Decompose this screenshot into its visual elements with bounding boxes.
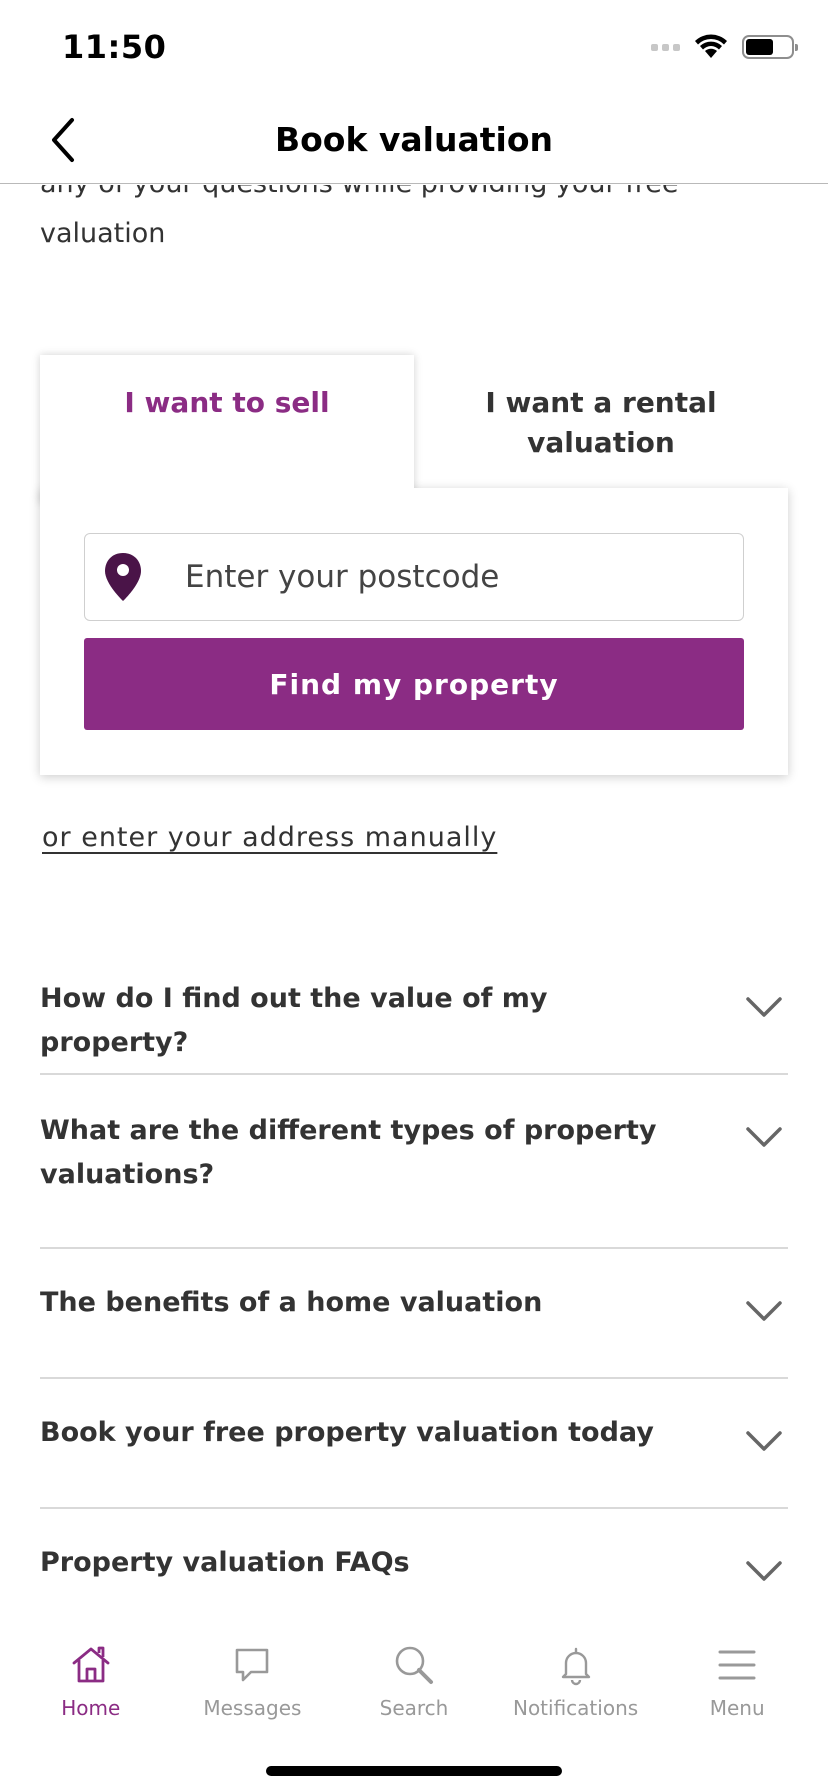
- enter-address-manually-link[interactable]: or enter your address manually: [42, 822, 497, 853]
- faq-label: Property valuation FAQs: [40, 1547, 410, 1578]
- status-time: 11:50: [62, 28, 167, 66]
- faq-item-book-free-valuation[interactable]: Book your free property valuation today: [40, 1379, 788, 1509]
- faq-item-benefits[interactable]: The benefits of a home valuation: [40, 1249, 788, 1379]
- bottom-tab-bar: Home Messages Search Notifications Menu: [0, 1626, 828, 1792]
- tab-bar-label: Messages: [203, 1696, 302, 1720]
- home-icon: [72, 1646, 110, 1683]
- home-indicator[interactable]: [266, 1766, 562, 1776]
- chevron-down-icon: [746, 1561, 782, 1581]
- search-icon: [395, 1646, 433, 1684]
- tab-bar-notifications[interactable]: Notifications: [501, 1644, 651, 1720]
- tab-bar-menu[interactable]: Menu: [662, 1644, 812, 1720]
- map-pin-icon: [105, 553, 141, 601]
- signal-icon: [651, 43, 680, 51]
- tab-bar-label: Home: [61, 1696, 121, 1720]
- intro-text: any of your questions while providing yo…: [40, 185, 678, 249]
- tab-bar-messages[interactable]: Messages: [177, 1644, 327, 1720]
- chevron-down-icon: [746, 1301, 782, 1321]
- postcode-input[interactable]: [185, 559, 705, 595]
- bell-icon: [561, 1647, 590, 1686]
- postcode-field[interactable]: [84, 533, 744, 621]
- faq-label: The benefits of a home valuation: [40, 1287, 543, 1318]
- faq-label: How do I find out the value of my proper…: [40, 983, 548, 1058]
- tab-bar-label: Menu: [709, 1696, 765, 1720]
- tab-bar-search[interactable]: Search: [339, 1644, 489, 1720]
- wifi-icon: [695, 34, 727, 58]
- tab-connector: [40, 475, 414, 505]
- faq-item-valuation-types[interactable]: What are the different types of property…: [40, 1075, 788, 1249]
- scroll-content[interactable]: any of your questions while providing yo…: [0, 185, 828, 1625]
- page-title: Book valuation: [274, 120, 554, 159]
- find-my-property-button[interactable]: Find my property: [84, 638, 744, 730]
- chevron-down-icon: [746, 1431, 782, 1451]
- tab-rental-valuation[interactable]: I want a rental valuation: [414, 355, 788, 503]
- tab-bar-label: Notifications: [512, 1696, 639, 1720]
- chevron-down-icon: [746, 997, 782, 1017]
- chat-bubble-icon: [236, 1648, 269, 1682]
- status-bar: 11:50: [0, 0, 828, 96]
- status-icons: [651, 34, 798, 60]
- valuation-tabs: I want to sell I want a rental valuation…: [40, 355, 788, 955]
- tab-bar-label: Search: [379, 1696, 449, 1720]
- faq-label: What are the different types of property…: [40, 1115, 657, 1190]
- tab-panel: Find my property: [40, 488, 788, 775]
- hamburger-menu-icon: [718, 1650, 756, 1680]
- tab-bar-home[interactable]: Home: [16, 1644, 166, 1720]
- faq-list: How do I find out the value of my proper…: [40, 945, 788, 1625]
- chevron-down-icon: [746, 1127, 782, 1147]
- navigation-bar: Book valuation: [0, 96, 828, 184]
- battery-icon: [742, 35, 798, 59]
- faq-item-find-value[interactable]: How do I find out the value of my proper…: [40, 945, 788, 1075]
- faq-label: Book your free property valuation today: [40, 1417, 654, 1448]
- faq-item-valuation-faqs[interactable]: Property valuation FAQs: [40, 1509, 788, 1625]
